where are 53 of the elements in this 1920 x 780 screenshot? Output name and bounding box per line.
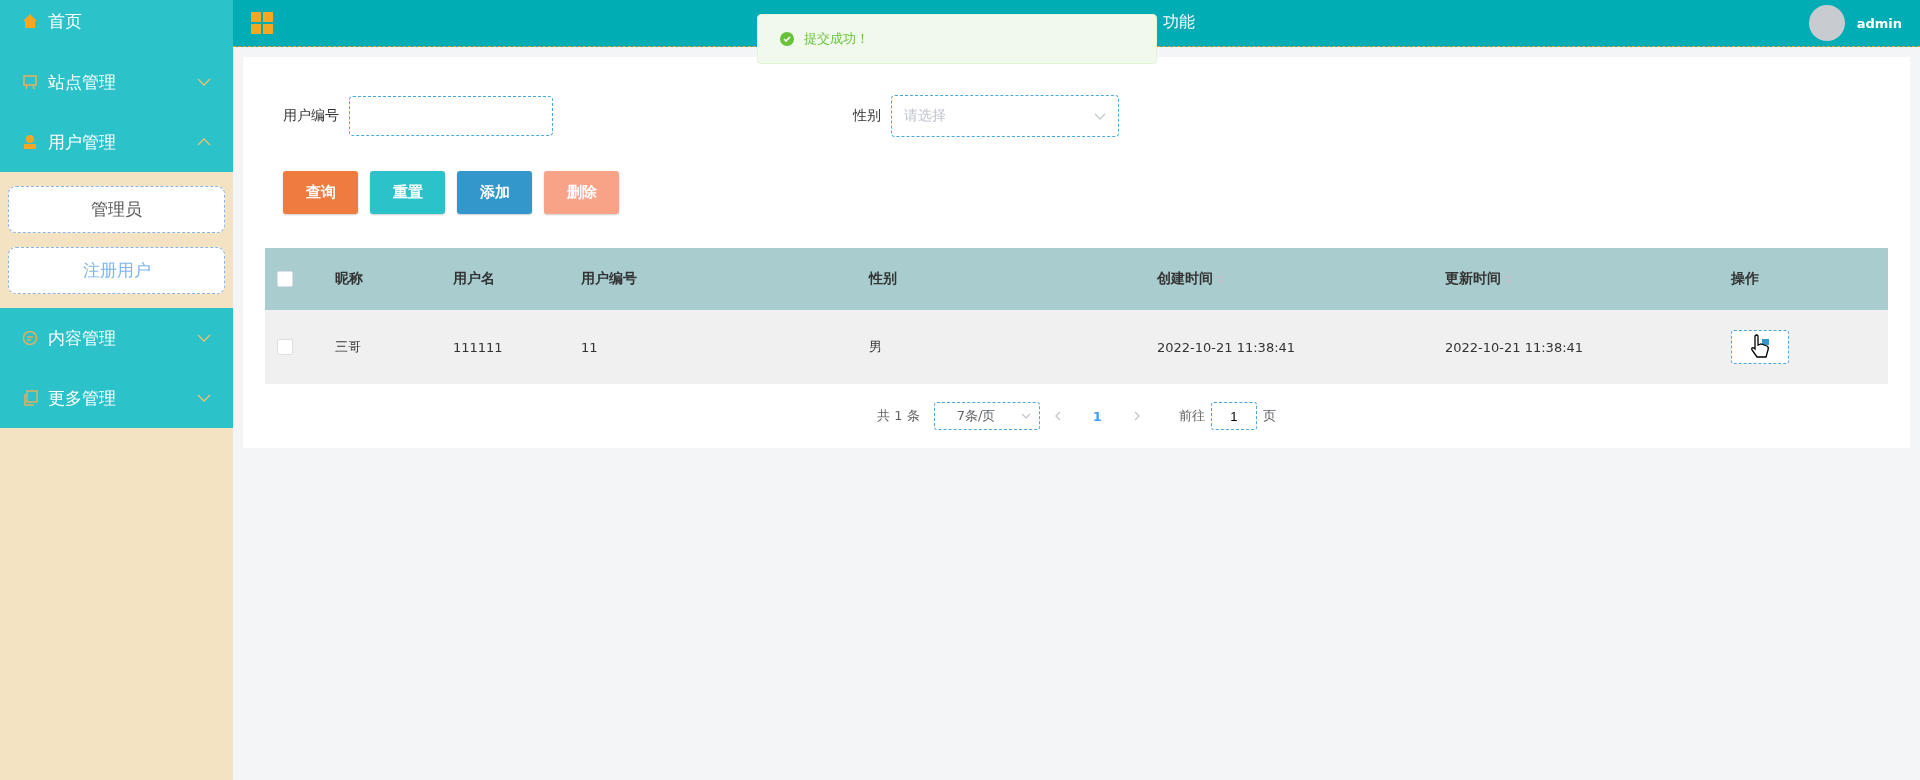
table-cell-text: 男 [869, 338, 883, 356]
chevron-right-icon[interactable] [1133, 411, 1141, 421]
table-cell-text: 11 [581, 339, 599, 355]
page-number[interactable]: 1 [1074, 408, 1120, 424]
sidebar-item[interactable]: 更多管理 [0, 368, 233, 428]
sidebar-item[interactable]: 站点管理 [0, 52, 233, 112]
user-icon [22, 134, 38, 150]
field-label: 用户编号 [283, 107, 339, 125]
column-header: 用户编号 [581, 270, 637, 288]
column-header: 昵称 [335, 270, 363, 288]
avatar[interactable] [1808, 5, 1845, 41]
chevron-down-icon [1020, 413, 1031, 419]
sidebar-item[interactable]: 用户管理 [0, 112, 233, 172]
table-cell-text: 三哥 [335, 338, 362, 356]
page-title: 功能 [1163, 12, 1195, 33]
page-input[interactable]: 1 [1210, 402, 1257, 430]
column-header: 性别 [869, 270, 897, 288]
column-header: 用户名 [453, 270, 495, 288]
chevron-left-icon[interactable] [1053, 411, 1061, 421]
submenu-item[interactable]: 注册用户 [8, 247, 225, 294]
field-label: 性别 [853, 107, 881, 125]
submenu-item[interactable]: 管理员 [8, 186, 225, 233]
page-size-select[interactable]: 7条/页 [933, 402, 1040, 430]
select-field[interactable]: 请选择 [891, 95, 1119, 137]
checkbox[interactable] [277, 271, 293, 287]
action-button[interactable]: 重置 [370, 171, 445, 214]
column-header: 操作 [1731, 270, 1759, 288]
hand-cursor-icon [1749, 334, 1771, 360]
total-count: 共 1 条 [877, 407, 920, 425]
user-name[interactable]: admin [1856, 15, 1902, 31]
grid-icon[interactable] [251, 12, 273, 34]
page-suffix: 页 [1262, 407, 1276, 425]
edit-button[interactable] [1731, 330, 1789, 364]
chevron-down-icon [1094, 112, 1106, 120]
check-circle-icon [780, 32, 794, 46]
column-header: 创建时间 [1157, 270, 1213, 288]
table-cell-text: 2022-10-21 11:38:41 [1157, 339, 1297, 355]
copy-icon [22, 390, 38, 406]
input-field[interactable] [349, 96, 553, 136]
action-button[interactable]: 删除 [544, 171, 619, 214]
table-cell-text: 111111 [453, 339, 504, 355]
table-cell-text: 2022-10-21 11:38:41 [1445, 339, 1585, 355]
goto-label: 前往 [1178, 407, 1205, 425]
column-header: 更新时间 [1445, 270, 1501, 288]
chat-icon [22, 330, 38, 346]
toast-message: 提交成功！ [804, 30, 869, 48]
sidebar-item[interactable]: 内容管理 [0, 308, 233, 368]
action-button[interactable]: 添加 [457, 171, 532, 214]
sidebar-item[interactable]: 首页 [0, 0, 233, 52]
action-button[interactable]: 查询 [283, 171, 358, 214]
easel-icon [22, 74, 38, 90]
checkbox[interactable] [277, 339, 293, 355]
home-icon [22, 13, 38, 29]
